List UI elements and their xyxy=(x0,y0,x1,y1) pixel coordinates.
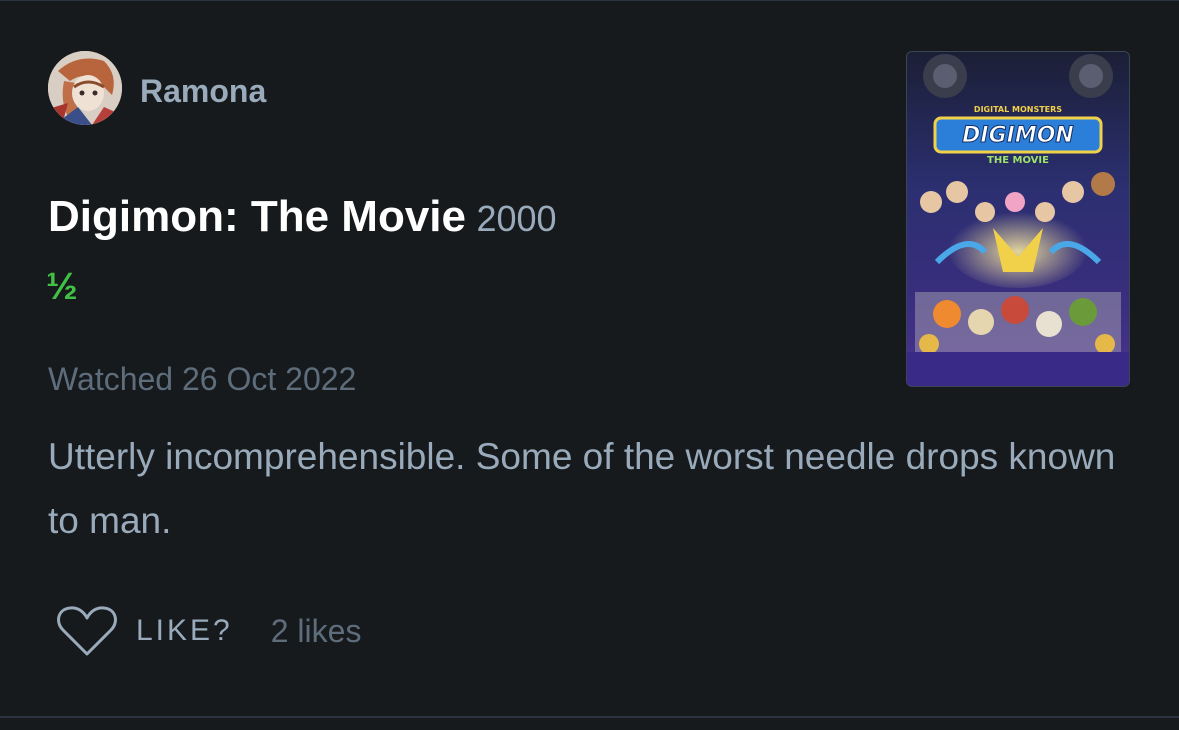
like-button[interactable]: LIKE? xyxy=(136,614,233,648)
heart-icon[interactable] xyxy=(56,605,118,657)
poster-logo-sub: THE MOVIE xyxy=(987,155,1049,166)
poster-logo-top: DIGITAL MONSTERS xyxy=(974,105,1062,114)
film-poster[interactable]: DIGIMON DIGITAL MONSTERS THE MOVIE xyxy=(906,51,1130,387)
username[interactable]: Ramona xyxy=(140,71,266,111)
star-rating: ½ xyxy=(46,266,78,308)
like-actions: LIKE? 2 likes xyxy=(56,603,361,659)
film-heading: Digimon: The Movie 2000 xyxy=(48,191,557,253)
film-year[interactable]: 2000 xyxy=(476,198,556,239)
divider xyxy=(0,716,1179,718)
poster-artwork: DIGIMON DIGITAL MONSTERS THE MOVIE xyxy=(907,52,1129,386)
avatar-image xyxy=(48,51,122,125)
review-text: Utterly incomprehensible. Some of the wo… xyxy=(48,436,1116,541)
review-card: Ramona Digimon: The Movie 2000 ½ Watched… xyxy=(0,0,1179,730)
film-title[interactable]: Digimon: The Movie xyxy=(48,192,466,241)
likes-count[interactable]: 2 likes xyxy=(271,613,362,650)
watched-date[interactable]: Watched 26 Oct 2022 xyxy=(48,359,356,399)
poster-logo: DIGIMON xyxy=(962,123,1074,148)
user-avatar[interactable] xyxy=(48,51,122,125)
